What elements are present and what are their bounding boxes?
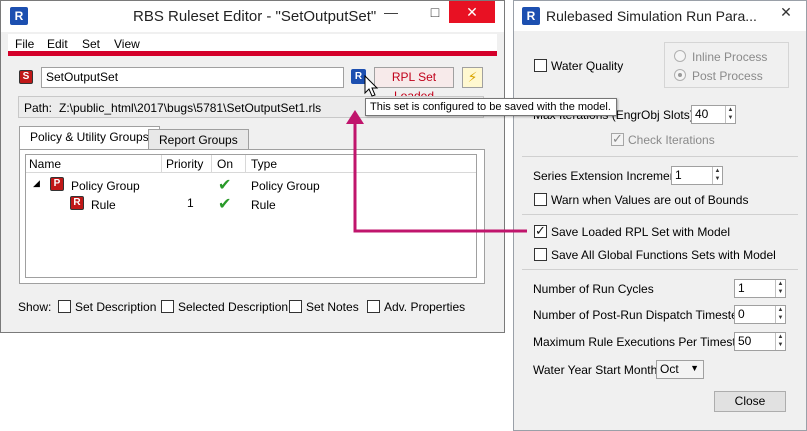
mouse-cursor-icon [364, 74, 379, 97]
arrow-head-icon [346, 110, 364, 124]
annotation-arrow [346, 74, 527, 233]
arrow-line [353, 122, 527, 233]
